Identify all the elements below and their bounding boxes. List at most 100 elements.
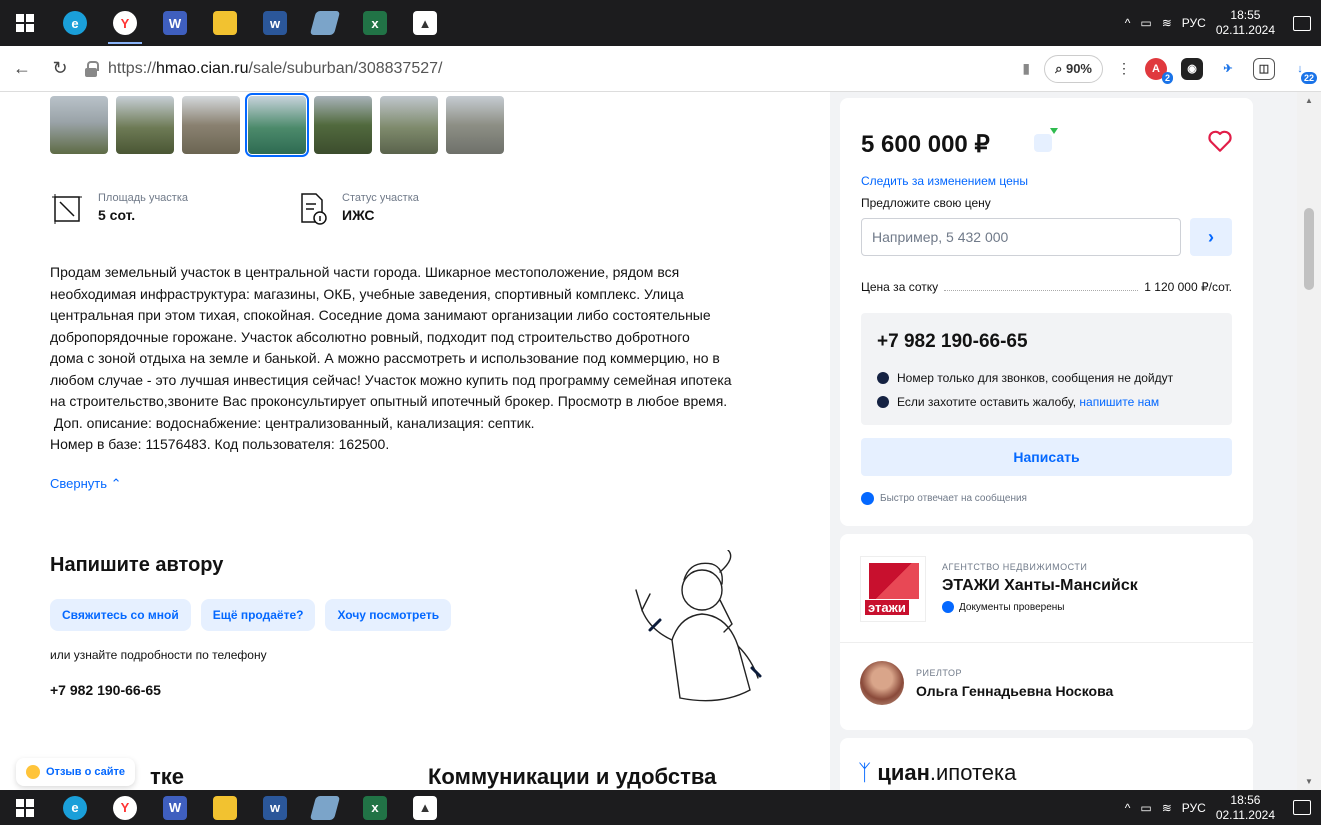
offer-label: Предложите свою цену [861, 196, 991, 210]
status-label: Статус участка [342, 192, 419, 204]
cian-ipoteka-logo: ᛉ циан.ипотека [858, 760, 1016, 786]
description-line: Доп. описание: водоснабжение: централизо… [50, 414, 535, 431]
scroll-down-icon[interactable]: ▼ [1305, 777, 1313, 786]
incognito-extension-icon[interactable]: ◉ [1181, 57, 1203, 80]
taskbar-notes[interactable] [300, 0, 350, 46]
windows-icon [16, 798, 34, 817]
downloads-icon[interactable]: ↓ 22 [1289, 57, 1317, 84]
offer-price-input[interactable]: Например, 5 432 000 [861, 218, 1181, 256]
wifi-icon[interactable]: ≋ [1162, 16, 1172, 30]
chip-still-selling[interactable]: Ещё продаёте? [200, 599, 316, 631]
author-phone[interactable]: +7 982 190-66-65 [50, 682, 161, 698]
zoom-indicator[interactable]: ⌕ 90% [1044, 54, 1103, 83]
chevron-up-icon[interactable]: ^ [1125, 16, 1131, 30]
wifi-icon[interactable]: ≋ [1162, 801, 1172, 815]
back-button[interactable]: ← [6, 53, 38, 85]
taskbar-excel[interactable]: x [350, 0, 400, 46]
battery-icon[interactable]: ▭ [1140, 16, 1151, 30]
photo-thumbnail[interactable] [446, 96, 504, 154]
photo-thumbnail[interactable] [245, 93, 309, 157]
taskbar-photos[interactable]: ▲ [400, 0, 450, 46]
offer-submit-button[interactable]: › [1190, 218, 1232, 256]
taskbar-yandex-browser[interactable]: Y [100, 790, 150, 825]
notifications-icon[interactable] [1293, 15, 1311, 31]
area-value: 5 сот. [98, 207, 136, 223]
ipoteka-suffix: .ипотека [929, 760, 1017, 785]
ipoteka-card[interactable]: ᛉ циан.ипотека [840, 738, 1253, 790]
phone-icon [877, 372, 889, 384]
taskbar-word[interactable]: w [250, 0, 300, 46]
taskbar-word-desktop[interactable]: W [150, 0, 200, 46]
cian-brand: циан [877, 760, 930, 785]
site-feedback-button[interactable]: Отзыв о сайте [16, 758, 136, 786]
chip-want-to-see[interactable]: Хочу посмотреть [325, 599, 452, 631]
collapse-link[interactable]: Свернуть ⌃ [50, 476, 122, 492]
photo-thumbnail[interactable] [314, 96, 372, 154]
clock-date: 02.11.2024 [1215, 23, 1275, 37]
menu-dots-icon[interactable]: ⋮ [1117, 60, 1131, 77]
battery-icon[interactable]: ▭ [1140, 801, 1151, 815]
status-value: ИЖС [342, 207, 375, 223]
windows-start-button[interactable] [0, 790, 50, 825]
follow-price-link[interactable]: Следить за изменением цены [861, 174, 1028, 188]
price-chart-icon[interactable] [1034, 128, 1058, 152]
realtor-name[interactable]: Ольга Геннадьевна Носкова [916, 683, 1113, 699]
description-line: центральная при этом тихая, спокойная. С… [50, 307, 711, 323]
document-info-icon [301, 193, 327, 225]
agency-kind: АГЕНТСТВО НЕДВИЖИМОСТИ [942, 562, 1088, 572]
clipboard-extension-icon[interactable]: ◫ [1253, 57, 1275, 80]
notifications-icon[interactable] [1293, 800, 1311, 815]
bookmark-icon[interactable]: ▮ [1022, 60, 1030, 77]
page-scrollbar[interactable]: ▲ ▼ [1297, 92, 1321, 790]
taskbar-photos[interactable]: ▲ [400, 790, 450, 825]
building-icon [869, 563, 919, 599]
translate-extension-icon[interactable]: ✈ [1217, 57, 1239, 80]
taskbar-edge[interactable]: e [50, 790, 100, 825]
photo-thumbnail[interactable] [50, 96, 108, 154]
write-message-button[interactable]: Написать [861, 438, 1232, 476]
agency-logo[interactable]: этажи [860, 556, 926, 622]
photo-thumbnail[interactable] [380, 96, 438, 154]
complaint-link[interactable]: напишите нам [1079, 395, 1159, 409]
reload-button[interactable]: ↻ [44, 53, 76, 85]
scroll-up-icon[interactable]: ▲ [1305, 96, 1313, 105]
photo-thumbnail[interactable] [182, 96, 240, 154]
taskbar-notes[interactable] [300, 790, 350, 825]
adblock-extension-icon[interactable]: A2 [1145, 57, 1173, 84]
system-tray: ^ ▭ ≋ РУС 18:55 02.11.2024 [1125, 8, 1321, 38]
address-bar[interactable]: https://hmao.cian.ru/sale/suburban/30883… [84, 52, 864, 86]
folder-icon [213, 795, 237, 820]
realtor-kind: РИЕЛТОР [916, 668, 962, 678]
per-sotka-label: Цена за сотку [861, 280, 939, 294]
taskbar-file-explorer[interactable] [200, 790, 250, 825]
agency-name[interactable]: ЭТАЖИ Ханты-Мансийск [942, 577, 1138, 595]
language-indicator[interactable]: РУС [1182, 801, 1206, 815]
headset-icon [877, 396, 889, 408]
taskbar-bottom: e Y W w x ▲ ^ ▭ ≋ РУС 18:56 02.11.2024 [0, 790, 1321, 825]
taskbar-word[interactable]: w [250, 790, 300, 825]
windows-start-button[interactable] [0, 0, 50, 46]
taskbar-file-explorer[interactable] [200, 0, 250, 46]
taskbar-excel[interactable]: x [350, 790, 400, 825]
taskbar-yandex-browser[interactable]: Y [100, 0, 150, 46]
description-line: Номер в базе: 11576483. Код пользователя… [50, 436, 390, 452]
taskbar-edge[interactable]: e [50, 0, 100, 46]
folder-icon [213, 11, 237, 35]
photo-thumbnail[interactable] [116, 96, 174, 154]
chip-contact-me[interactable]: Свяжитесь со мной [50, 599, 191, 631]
taskbar-word-desktop[interactable]: W [150, 790, 200, 825]
verified-icon [942, 601, 954, 613]
clock[interactable]: 18:55 02.11.2024 [1216, 8, 1275, 38]
chevron-up-icon[interactable]: ^ [1125, 801, 1131, 815]
clock[interactable]: 18:56 02.11.2024 [1216, 793, 1275, 823]
agency-card: этажи АГЕНТСТВО НЕДВИЖИМОСТИ ЭТАЖИ Ханты… [840, 534, 1253, 730]
heart-icon[interactable] [1207, 128, 1233, 154]
scrollbar-thumb[interactable] [1304, 208, 1314, 290]
complaint-note: Если захотите оставить жалобу, напишите … [877, 395, 1159, 409]
clock-date: 02.11.2024 [1215, 807, 1275, 822]
seller-phone[interactable]: +7 982 190-66-65 [877, 331, 1028, 353]
url-prefix: https:// [108, 59, 157, 77]
realtor-avatar[interactable] [860, 661, 904, 705]
language-indicator[interactable]: РУС [1182, 16, 1206, 30]
agency-verified-text: Документы проверены [959, 601, 1065, 613]
